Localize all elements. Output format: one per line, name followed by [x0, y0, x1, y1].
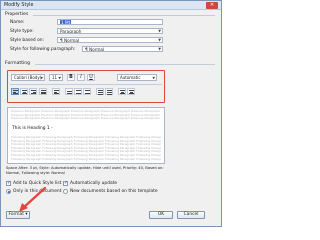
align-left-icon[interactable]: [11, 88, 19, 95]
style-type-label: Style type:: [10, 29, 34, 34]
font-size-select[interactable]: 11 ▼: [49, 74, 63, 81]
font-color-select[interactable]: Automatic ▼: [117, 74, 157, 81]
close-icon[interactable]: ✕: [206, 2, 218, 9]
name-field[interactable]: 1 Mt: [57, 19, 163, 25]
formatting-toolbar-divider: [10, 84, 162, 85]
indent-increase-icon[interactable]: [127, 88, 135, 95]
line-spacing-1-5-icon[interactable]: [74, 88, 82, 95]
chevron-down-icon: ▼: [158, 47, 161, 51]
underline-button[interactable]: U: [87, 74, 95, 81]
name-value: 1 Mt: [60, 20, 72, 25]
based-on-select[interactable]: ¶ Normal ▼: [57, 37, 163, 43]
bold-button[interactable]: B: [67, 74, 75, 81]
style-type-select[interactable]: Paragraph ▼: [57, 28, 163, 34]
align-center-icon[interactable]: [20, 88, 28, 95]
font-color-value: Automatic: [120, 75, 141, 80]
indent-decrease-icon[interactable]: [118, 88, 126, 95]
title-bar: Modify Style ✕: [1, 1, 221, 10]
new-documents-radio[interactable]: [63, 189, 68, 194]
chevron-down-icon: ▼: [152, 76, 155, 80]
font-value: Calibri (Body): [14, 75, 42, 80]
cancel-button[interactable]: Cancel: [177, 211, 205, 219]
add-quick-style-checkbox[interactable]: [6, 180, 11, 186]
line-spacing-single-icon[interactable]: [65, 88, 73, 95]
window-title: Modify Style: [4, 2, 34, 8]
chevron-down-icon: ▼: [158, 29, 161, 33]
properties-divider: [33, 15, 215, 16]
align-left-icon[interactable]: [52, 88, 60, 95]
following-select[interactable]: ¶ Normal ▼: [82, 46, 163, 52]
formatting-heading: Formatting: [5, 61, 31, 66]
name-label: Name:: [10, 20, 25, 25]
auto-update-label: Automatically update: [70, 181, 118, 186]
modify-style-dialog: Modify Style ✕ Properties Name: 1 Mt Sty…: [0, 0, 222, 227]
italic-button[interactable]: I: [77, 74, 85, 81]
ok-button[interactable]: OK: [149, 211, 173, 219]
new-documents-label: New documents based on this template: [70, 189, 158, 194]
chevron-down-icon: ▼: [58, 76, 61, 80]
space-before-icon[interactable]: [96, 88, 104, 95]
align-right-icon[interactable]: [29, 88, 37, 95]
preview-previous-paragraph: Previous Paragraph Previous Paragraph Pr…: [11, 110, 160, 121]
properties-heading: Properties: [5, 12, 29, 17]
style-preview: Previous Paragraph Previous Paragraph Pr…: [7, 107, 165, 164]
based-on-label: Style based on:: [10, 38, 45, 43]
format-button[interactable]: Format ▾: [6, 211, 30, 219]
line-spacing-double-icon[interactable]: [83, 88, 91, 95]
chevron-down-icon: ▼: [40, 76, 43, 80]
following-label: Style for following paragraph:: [10, 47, 76, 52]
preview-following-paragraph: Following Paragraph Following Paragraph …: [11, 136, 161, 161]
space-after-icon[interactable]: [105, 88, 113, 95]
following-value: ¶ Normal: [85, 47, 105, 52]
only-this-document-radio[interactable]: [6, 189, 11, 194]
formatting-divider: [35, 64, 215, 65]
add-quick-style-label: Add to Quick Style list: [13, 181, 62, 186]
auto-update-checkbox[interactable]: [63, 180, 68, 186]
based-on-value: ¶ Normal: [60, 38, 80, 43]
preview-sample-text: This is Heading 1 -: [12, 126, 53, 131]
style-type-value: Paragraph: [60, 29, 82, 34]
only-this-document-label: Only in this document: [13, 189, 62, 194]
style-description: Space After: 3 pt, Style: Automatically …: [6, 166, 164, 175]
font-size-value: 11: [52, 75, 58, 80]
font-select[interactable]: Calibri (Body) ▼: [11, 74, 45, 81]
chevron-down-icon: ▼: [158, 38, 161, 42]
justify-icon[interactable]: [39, 88, 47, 95]
